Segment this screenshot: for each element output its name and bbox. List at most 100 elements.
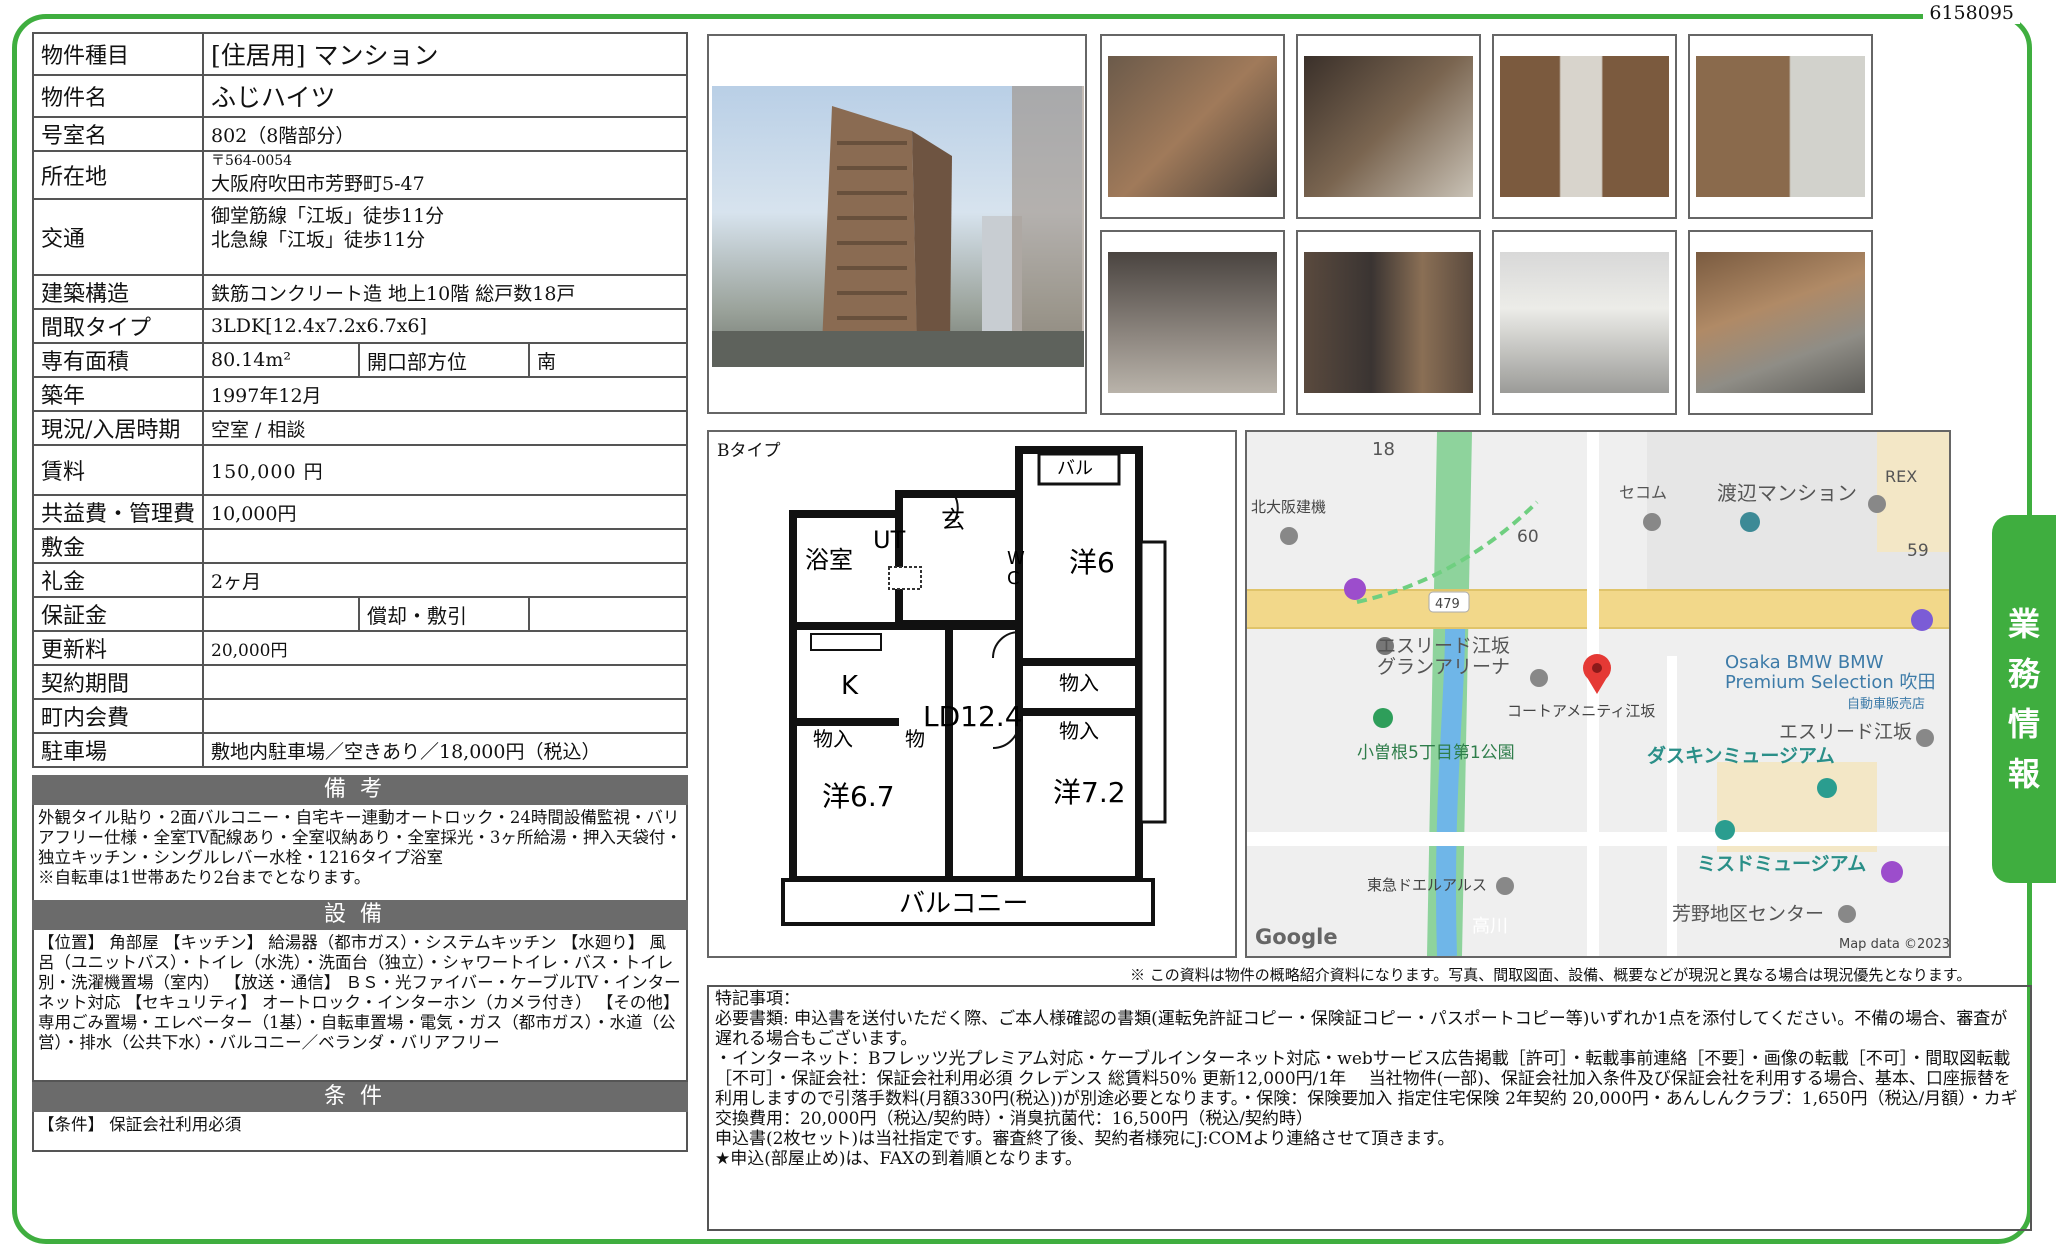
transport-line-1: 御堂筋線「江坂」徒歩11分 <box>211 205 445 227</box>
room-ld-label: LD12.4 <box>923 700 1023 733</box>
lobby-photo <box>1296 34 1481 219</box>
community-label: 町内会費 <box>32 698 204 734</box>
map-label-court: コートアメニティ江坂 <box>1507 702 1655 720</box>
direction-value: 南 <box>528 342 688 378</box>
jouken-text: 【条件】 保証会社利用必須 <box>32 1112 688 1152</box>
map-label-secom: セコム <box>1619 483 1667 502</box>
elevator-hall-photo <box>1296 230 1481 415</box>
contract-label: 契約期間 <box>32 664 204 700</box>
structure-value: 鉄筋コンクリート造 地上10階 総戸数18戸 <box>202 274 688 310</box>
map-label-rex: REX <box>1885 467 1917 486</box>
status-value: 空室 / 相談 <box>202 410 688 446</box>
room-western72-label: 洋7.2 <box>1053 776 1126 809</box>
map-label-tokyu: 東急ドエルアルス <box>1367 876 1487 894</box>
room-entrance-label: 玄 <box>941 506 965 534</box>
fee-label: 共益費・管理費 <box>32 494 204 530</box>
building-exterior-photo <box>707 34 1087 414</box>
direction-label: 開口部方位 <box>358 342 530 378</box>
side-tab-char-3: 情 <box>2007 705 2040 743</box>
amortization-value <box>528 596 688 632</box>
map-label-yoshino: 芳野地区センター <box>1672 903 1824 925</box>
entrance-photo <box>1100 34 1285 219</box>
map-label-60: 60 <box>1517 527 1539 547</box>
room-label: 号室名 <box>32 116 204 152</box>
map-label-bmw-sub: 自動車販売店 <box>1847 696 1925 712</box>
address-value: 大阪府吹田市芳野町5-47 <box>211 173 425 195</box>
map-label-duskin: ダスキンミュージアム <box>1647 744 1835 767</box>
room-closet3-label: 物入 <box>813 727 853 751</box>
map-label-59: 59 <box>1907 541 1929 561</box>
room-closet4-label: 物 <box>905 727 925 751</box>
parking-label: 駐車場 <box>32 732 204 768</box>
parking-photo <box>1492 230 1677 415</box>
map-label-esreed-arena: エスリード江坂グランアリーナ <box>1377 635 1510 678</box>
jouken-header: 条件 <box>32 1082 688 1112</box>
room-ut-label: UT <box>873 526 906 554</box>
rent-label: 賃料 <box>32 444 204 496</box>
area-value: 80.14m² <box>202 342 360 378</box>
map-label-river: 高川 <box>1472 916 1508 937</box>
map-label-route: 479 <box>1435 597 1460 612</box>
key-money-value: 2ヶ月 <box>202 562 688 598</box>
google-logo: Google <box>1255 925 1338 949</box>
renewal-label: 更新料 <box>32 630 204 666</box>
type-value: [住居用] マンション <box>202 32 688 76</box>
mailbox-photo <box>1100 230 1285 415</box>
room-closet1-label: 物入 <box>1059 671 1099 695</box>
autolock-panel-photo <box>1688 34 1873 219</box>
name-label: 物件名 <box>32 74 204 118</box>
type-label: 物件種目 <box>32 32 204 76</box>
side-tab-char-2: 務 <box>2007 655 2040 693</box>
map-label-esreed: エスリード江坂 <box>1779 721 1912 743</box>
map-label-park: 小曽根5丁目第1公園 <box>1357 743 1515 763</box>
amortization-label: 償却・敷引 <box>358 596 530 632</box>
room-balcony-top-label: バル <box>1057 458 1093 479</box>
bicycle-parking-photo <box>1688 230 1873 415</box>
property-spec-table: 物件種目 [住居用] マンション 物件名 ふじハイツ 号室名 802（8階部分） 所在… <box>32 32 688 768</box>
floor-plan: Bタイプ 浴室 UT 玄 WC バル 洋6 K 物入 物入 物入 物 LD12.… <box>707 430 1237 958</box>
fee-value: 10,000円 <box>202 494 688 530</box>
document-id: 6158095 <box>1923 2 2020 24</box>
community-value <box>202 698 688 734</box>
bikou-header: 備考 <box>32 775 688 805</box>
room-bath-label: 浴室 <box>805 546 853 574</box>
rent-value: 150,000 円 <box>202 444 688 496</box>
room-western67-label: 洋6.7 <box>822 780 895 813</box>
postal-code: 〒564-0054 <box>211 153 293 169</box>
name-value: ふじハイツ <box>202 74 688 118</box>
map-label-kita-osaka: 北大阪建機 <box>1251 498 1326 516</box>
location-map[interactable]: 18 REX 北大阪建機 セコム 渡辺マンション 60 59 479 エスリード… <box>1245 430 1951 958</box>
built-value: 1997年12月 <box>202 376 688 412</box>
renewal-value: 20,000円 <box>202 630 688 666</box>
transport-line-2: 北急線「江坂」徒歩11分 <box>211 229 426 251</box>
side-tab-char-4: 報 <box>2007 755 2040 793</box>
area-label: 専有面積 <box>32 342 204 378</box>
guarantee-label: 保証金 <box>32 596 204 632</box>
room-western6-label: 洋6 <box>1069 546 1115 579</box>
setsubi-header: 設備 <box>32 900 688 930</box>
deposit-label: 敷金 <box>32 528 204 564</box>
special-remarks: 特記事項： 必要書類: 申込書を送付いただく際、ご本人様確認の書類(運転免許証コ… <box>707 985 2032 1231</box>
intercom-photo <box>1492 34 1677 219</box>
built-label: 築年 <box>32 376 204 412</box>
room-k-label: K <box>841 671 859 701</box>
map-label-mister: ミスドミュージアム <box>1697 853 1866 875</box>
room-closet2-label: 物入 <box>1059 719 1099 743</box>
map-label-18: 18 <box>1372 439 1395 460</box>
guarantee-value <box>202 596 360 632</box>
business-info-tab[interactable]: 業 務 情 報 <box>1992 515 2056 883</box>
setsubi-text: 【位置】 角部屋 【キッチン】 給湯器（都市ガス）・システムキッチン 【水廻り】… <box>32 930 688 1082</box>
layout-value: 3LDK[12.4x7.2x6.7x6] <box>202 308 688 344</box>
layout-label: 間取タイプ <box>32 308 204 344</box>
side-tab-char-1: 業 <box>2007 605 2040 643</box>
room-balcony-label: バルコニー <box>899 889 1028 919</box>
contract-value <box>202 664 688 700</box>
structure-label: 建築構造 <box>32 274 204 310</box>
parking-value: 敷地内駐車場／空きあり／18,000円（税込） <box>202 732 688 768</box>
room-value: 802（8階部分） <box>202 116 688 152</box>
map-label-watanabe: 渡辺マンション <box>1717 481 1857 505</box>
deposit-value <box>202 528 688 564</box>
transport-label: 交通 <box>32 198 204 276</box>
status-label: 現況/入居時期 <box>32 410 204 446</box>
address-label: 所在地 <box>32 150 204 200</box>
